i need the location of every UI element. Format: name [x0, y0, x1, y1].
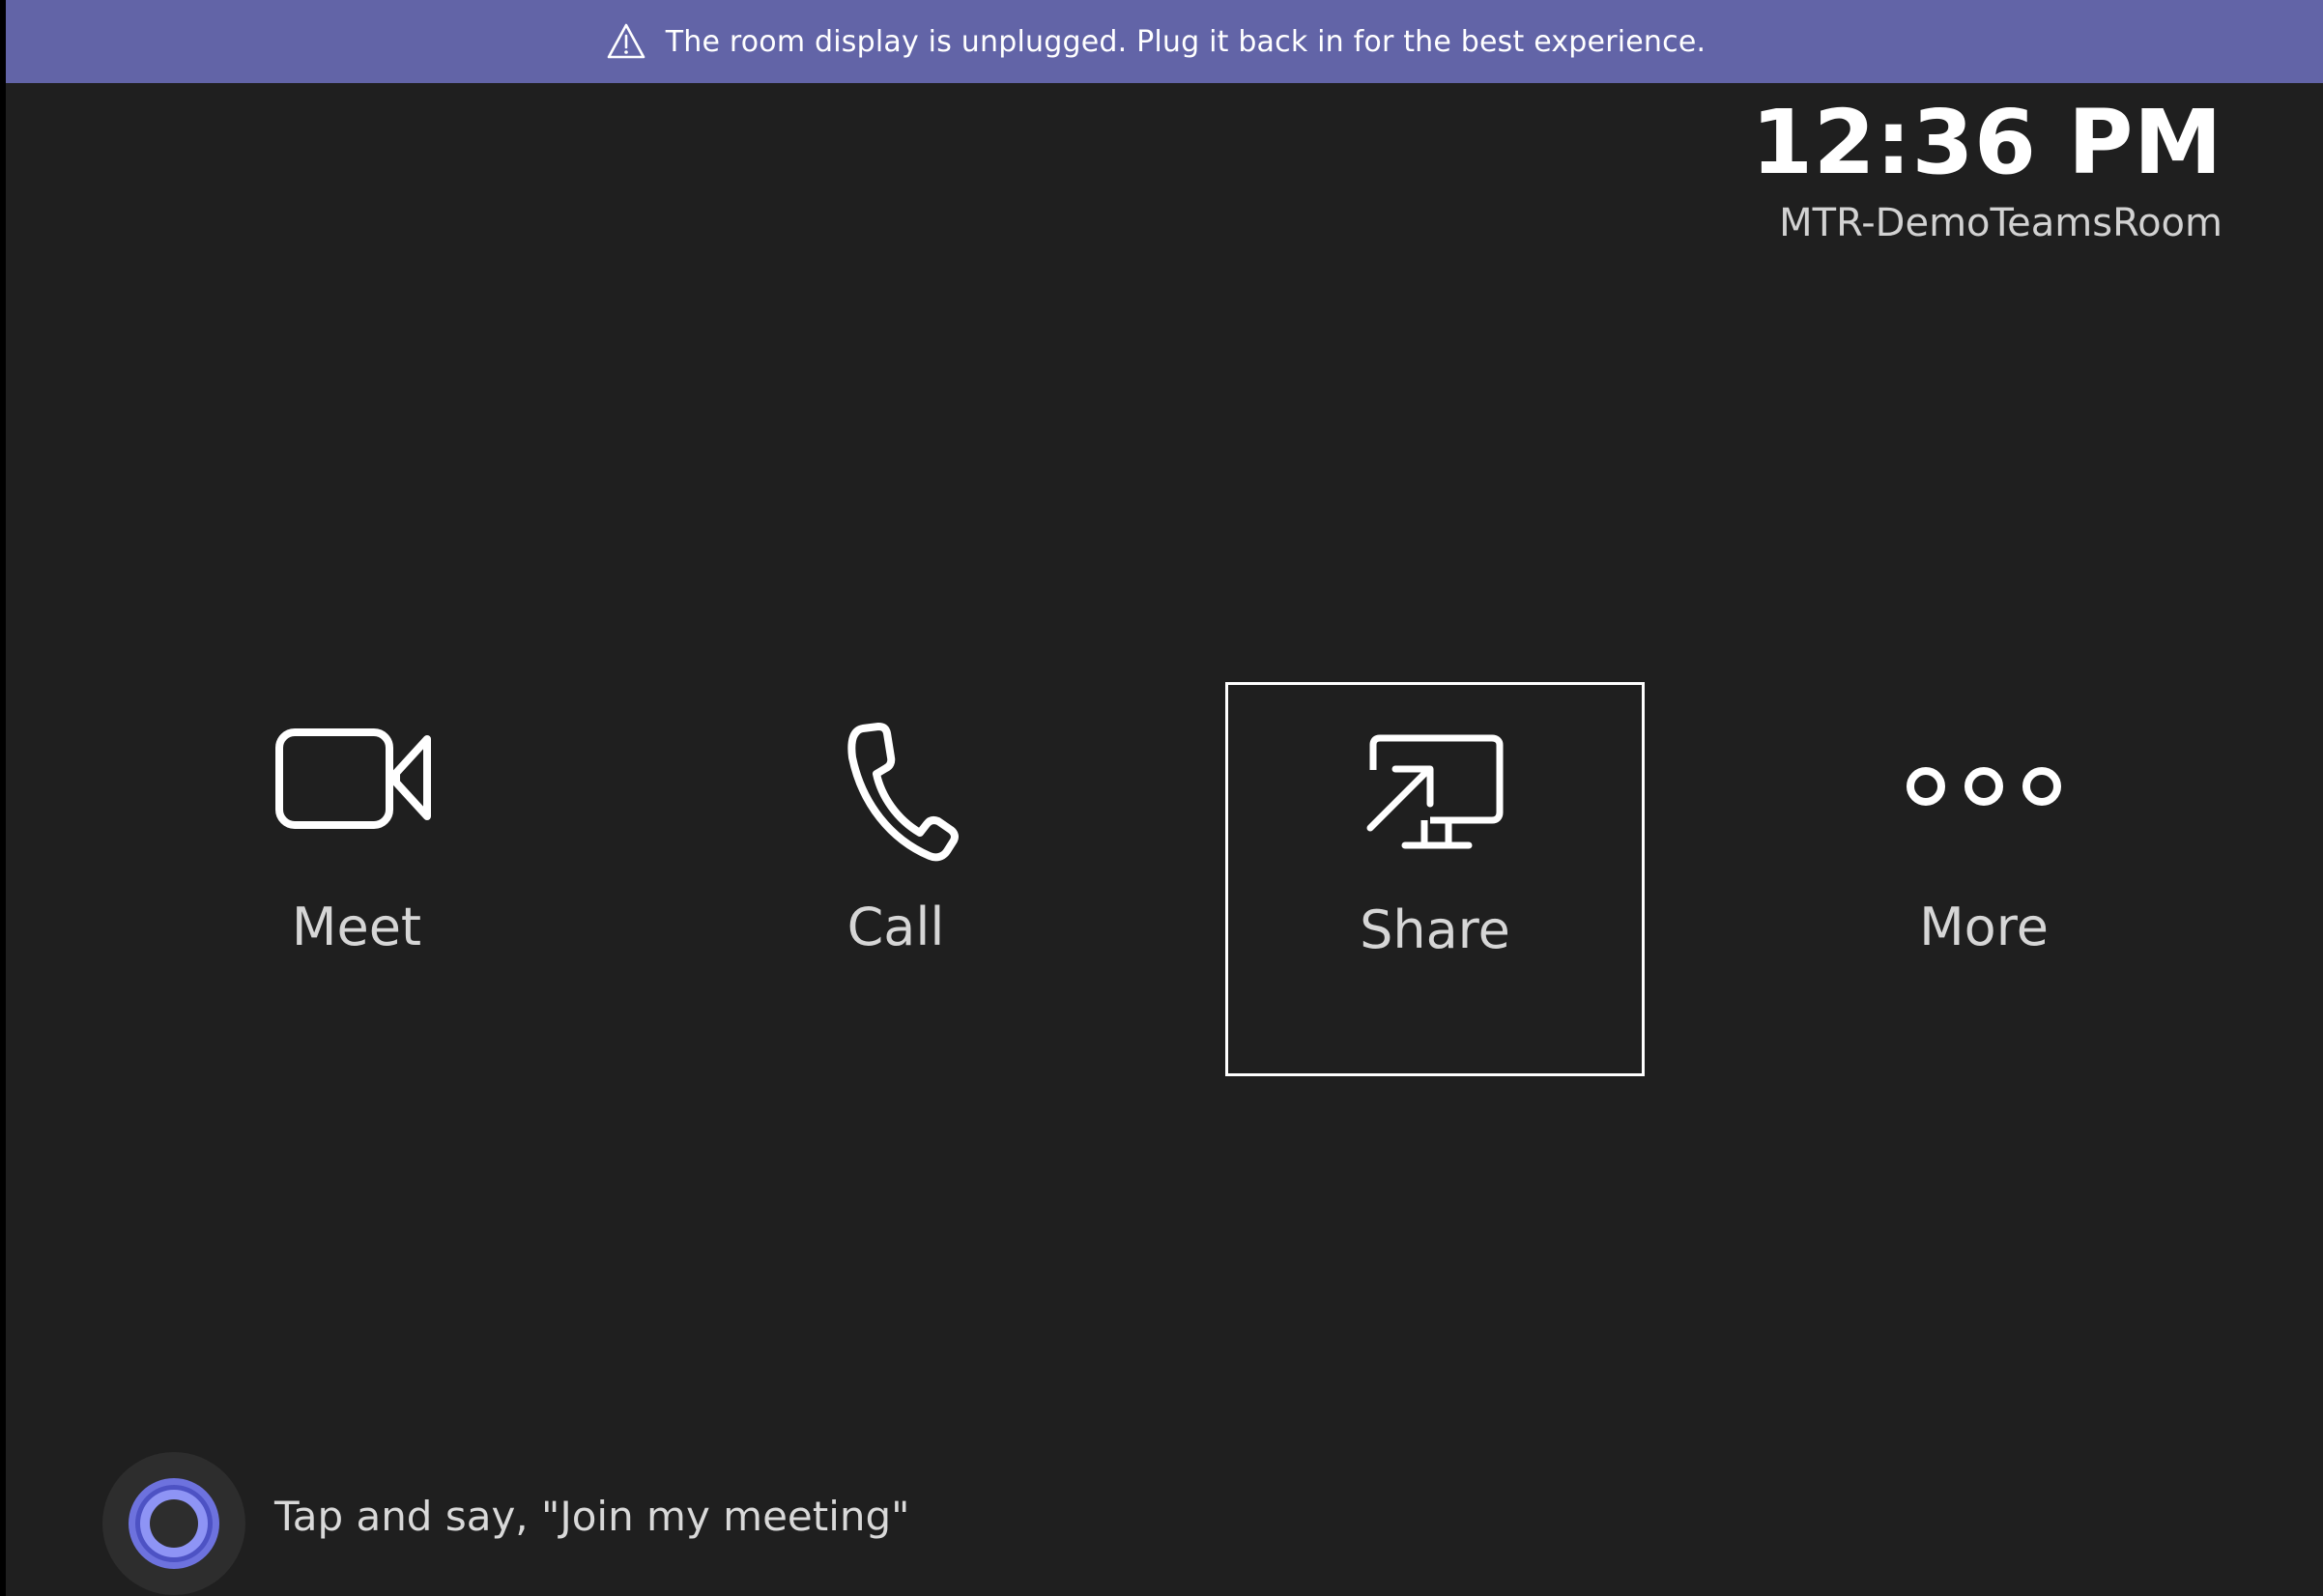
- cortana-button[interactable]: [102, 1452, 245, 1595]
- meet-label: Meet: [291, 897, 422, 957]
- call-button[interactable]: Call: [686, 682, 1105, 1076]
- teams-room-home-screen: The room display is unplugged. Plug it b…: [6, 0, 2323, 1596]
- call-label: Call: [846, 897, 945, 957]
- voice-prompt[interactable]: Tap and say, "Join my meeting": [274, 1493, 909, 1540]
- clock-time: 12:36 PM: [1751, 91, 2223, 194]
- notification-banner[interactable]: The room display is unplugged. Plug it b…: [6, 0, 2323, 83]
- share-screen-icon: [1366, 734, 1504, 849]
- banner-message: The room display is unplugged. Plug it b…: [665, 24, 1706, 59]
- action-bar: Meet Call Share More: [6, 682, 2323, 1076]
- share-button[interactable]: Share: [1225, 682, 1645, 1076]
- more-icon: [1907, 767, 2061, 806]
- more-label: More: [1919, 897, 2049, 957]
- warning-icon: [607, 23, 645, 59]
- voice-assistant: Tap and say, "Join my meeting": [102, 1432, 909, 1596]
- meet-button[interactable]: Meet: [147, 682, 566, 1076]
- share-label: Share: [1360, 899, 1510, 960]
- more-button[interactable]: More: [1774, 682, 2194, 1076]
- phone-icon: [847, 723, 959, 862]
- room-name: MTR-DemoTeamsRoom: [1779, 201, 2223, 245]
- video-camera-icon: [275, 728, 431, 829]
- cortana-icon: [129, 1478, 219, 1569]
- header-info: 12:36 PM MTR-DemoTeamsRoom: [1751, 89, 2223, 247]
